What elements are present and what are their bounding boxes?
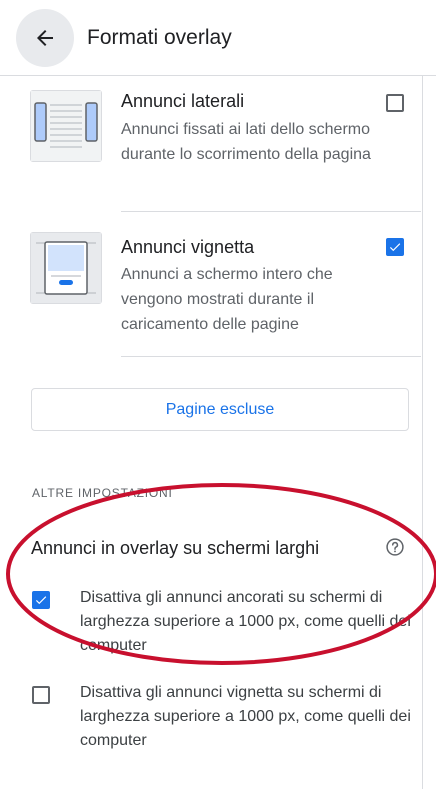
check-icon [389,243,401,252]
side-rails-thumbnail [30,90,102,162]
vignette-thumbnail [30,232,102,304]
format-title: Annunci laterali [121,91,245,111]
arrow-back-icon [37,30,53,46]
back-button[interactable] [16,9,74,67]
option-label: Disattiva gli annunci ancorati su scherm… [80,589,411,654]
format-description: Annunci fissati ai lati dello schermo du… [121,121,371,163]
disable-vignette-wide-checkbox[interactable] [32,686,50,704]
option-label: Disattiva gli annunci vignetta su scherm… [80,684,411,749]
help-circle-icon[interactable] [385,537,405,557]
format-description: Annunci a schermo intero che vengono mos… [121,266,333,333]
section-title: Annunci in overlay su schermi larghi [31,538,320,558]
excluded-pages-button[interactable]: Pagine escluse [31,388,409,431]
check-icon [35,596,47,605]
section-label: ALTRE IMPOSTAZIONI [32,486,173,500]
divider [121,211,421,212]
app-bar: Formati overlay [0,0,436,76]
divider [121,356,421,357]
format-title: Annunci vignetta [121,237,255,257]
vignette-checkbox[interactable] [386,238,404,256]
disable-anchored-wide-checkbox[interactable] [32,591,50,609]
page-title: Formati overlay [87,26,232,49]
side-rails-checkbox[interactable] [386,94,404,112]
